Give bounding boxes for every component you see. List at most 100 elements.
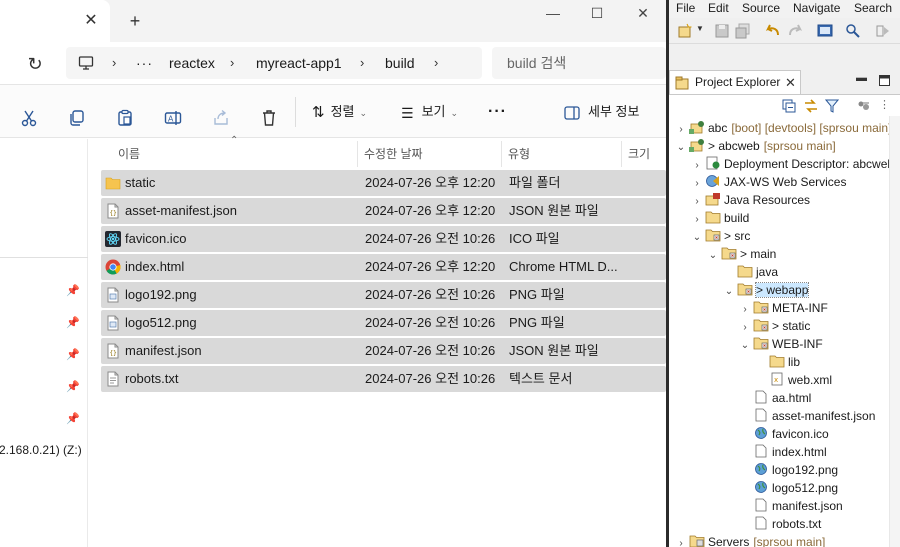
computer-icon bbox=[78, 56, 94, 70]
tree-item[interactable]: index.html bbox=[739, 443, 827, 461]
filter-icon[interactable] bbox=[825, 99, 839, 113]
menu-source[interactable]: Source bbox=[742, 1, 780, 15]
view-button[interactable]: ☰ 보기 ⌄ bbox=[401, 98, 458, 126]
tree-scrollbar[interactable] bbox=[889, 116, 900, 547]
console-icon[interactable] bbox=[817, 23, 833, 39]
chevron-down-icon[interactable]: ⌄ bbox=[691, 229, 703, 247]
column-header-name[interactable]: 이름 bbox=[112, 141, 358, 167]
breadcrumb-reactex[interactable]: reactex bbox=[169, 47, 215, 79]
link-with-editor-icon[interactable] bbox=[803, 99, 819, 113]
tree-item[interactable]: › JAX-WS Web Services bbox=[691, 173, 846, 191]
breadcrumb-overflow[interactable]: ··· bbox=[136, 47, 153, 79]
details-pane-button[interactable]: 세부 정보 bbox=[564, 98, 639, 126]
column-header-size[interactable]: 크기 bbox=[622, 141, 666, 167]
tree-item[interactable]: robots.txt bbox=[739, 515, 821, 533]
copy-icon[interactable] bbox=[68, 104, 86, 132]
breadcrumb-build[interactable]: build bbox=[385, 47, 415, 79]
file-row[interactable]: favicon.ico 2024-07-26 오전 10:26 ICO 파일 bbox=[101, 226, 666, 252]
pin-icon[interactable]: 📌 bbox=[66, 316, 80, 330]
chevron-right-icon[interactable]: › bbox=[675, 535, 687, 547]
search-input[interactable]: build 검색 bbox=[492, 47, 666, 79]
file-row[interactable]: index.html 2024-07-26 오후 12:20 Chrome HTML… bbox=[101, 254, 666, 280]
dropdown-arrow-icon[interactable]: ▼ bbox=[696, 24, 704, 33]
forward-icon[interactable] bbox=[787, 23, 803, 39]
tree-item[interactable]: ⌄ > main bbox=[707, 245, 777, 265]
view-menu-icon[interactable] bbox=[857, 99, 871, 113]
breadcrumb-myreact-app1[interactable]: myreact-app1 bbox=[256, 47, 342, 79]
tree-item[interactable]: › Java Resources bbox=[691, 191, 810, 209]
back-icon[interactable] bbox=[765, 23, 781, 39]
explorer-tab[interactable]: ✕ bbox=[0, 0, 110, 42]
share-icon[interactable] bbox=[212, 104, 230, 132]
pin-icon[interactable]: 📌 bbox=[66, 380, 80, 394]
minimize-view-button[interactable]: ▬ bbox=[856, 72, 867, 84]
tree-item[interactable]: logo512.png bbox=[739, 479, 838, 497]
menu-navigate[interactable]: Navigate bbox=[793, 1, 840, 15]
tree-item[interactable]: manifest.json bbox=[739, 497, 843, 515]
collapse-all-icon[interactable] bbox=[782, 99, 796, 113]
new-tab-button[interactable]: + bbox=[124, 10, 146, 32]
tree-item[interactable]: › abc [boot] [devtools] [sprsou main] bbox=[675, 119, 889, 137]
file-row[interactable]: {} asset-manifest.json 2024-07-26 오후 12:20… bbox=[101, 198, 666, 224]
run-icon[interactable] bbox=[875, 23, 891, 39]
close-window-button[interactable]: ✕ bbox=[620, 0, 666, 26]
column-header-date[interactable]: 수정한 날짜 bbox=[358, 141, 502, 167]
tree-item[interactable]: › build bbox=[691, 209, 749, 227]
tree-item[interactable]: ⌄ WEB-INF bbox=[739, 335, 823, 353]
save-icon[interactable] bbox=[714, 23, 730, 39]
file-row[interactable]: {} manifest.json 2024-07-26 오전 10:26 JSON 원… bbox=[101, 338, 666, 364]
view-menu-button[interactable]: ⋮ bbox=[879, 98, 890, 111]
tree-item[interactable]: › Deployment Descriptor: abcweb bbox=[691, 155, 889, 173]
nav-item-network-drive[interactable]: 2.168.0.21) (Z:) bbox=[0, 443, 82, 457]
chevron-down-icon[interactable]: ⌄ bbox=[675, 139, 687, 157]
pin-icon[interactable]: 📌 bbox=[66, 348, 80, 362]
chevron-down-icon[interactable]: ⌄ bbox=[707, 247, 719, 265]
save-all-icon[interactable] bbox=[735, 23, 751, 39]
svg-text:{}: {} bbox=[110, 350, 117, 357]
column-header-type[interactable]: 유형 bbox=[502, 141, 622, 167]
new-icon[interactable] bbox=[677, 23, 693, 39]
refresh-button[interactable]: ↻ bbox=[22, 51, 48, 77]
file-row[interactable]: logo192.png 2024-07-26 오전 10:26 PNG 파일 bbox=[101, 282, 666, 308]
pin-icon[interactable]: 📌 bbox=[66, 284, 80, 298]
pin-icon[interactable]: 📌 bbox=[66, 412, 80, 426]
cut-icon[interactable] bbox=[20, 104, 38, 132]
chevron-down-icon[interactable]: ⌄ bbox=[723, 283, 735, 301]
close-tab-button[interactable]: ✕ bbox=[80, 10, 102, 32]
menu-file[interactable]: File bbox=[676, 1, 695, 15]
text-file-icon bbox=[107, 371, 119, 387]
sort-button[interactable]: ⇅ 정렬 ⌄ bbox=[312, 98, 367, 126]
tree-item[interactable]: ⌄ > abcweb [sprsou main] bbox=[675, 137, 836, 155]
search-icon[interactable] bbox=[845, 23, 861, 39]
file-row[interactable]: logo512.png 2024-07-26 오전 10:26 PNG 파일 bbox=[101, 310, 666, 336]
close-view-button[interactable]: ✕ bbox=[785, 71, 796, 94]
tree-item[interactable]: › > static bbox=[739, 317, 810, 335]
tree-item-label: lib bbox=[788, 355, 801, 369]
file-type: 텍스트 문서 bbox=[509, 371, 573, 386]
project-explorer-tab[interactable]: Project Explorer ✕ bbox=[669, 70, 801, 94]
menu-search[interactable]: Search bbox=[854, 1, 892, 15]
tree-item[interactable]: java bbox=[723, 263, 778, 281]
chevron-down-icon[interactable]: ⌄ bbox=[739, 337, 751, 355]
file-row[interactable]: robots.txt 2024-07-26 오전 10:26 텍스트 문서 bbox=[101, 366, 666, 392]
maximize-view-button[interactable] bbox=[879, 75, 890, 86]
tree-item[interactable]: › META-INF bbox=[739, 299, 827, 317]
address-bar[interactable]: › ··· reactex › myreact-app1 › build › bbox=[66, 47, 482, 79]
minimize-button[interactable]: — bbox=[530, 0, 576, 26]
maximize-button[interactable]: ☐ bbox=[574, 0, 620, 26]
tree-item[interactable]: ⌄ > src bbox=[691, 227, 751, 247]
tree-item[interactable]: logo192.png bbox=[739, 461, 838, 479]
menu-edit[interactable]: Edit bbox=[708, 1, 729, 15]
tree-item[interactable]: aa.html bbox=[739, 389, 811, 407]
file-row[interactable]: static 2024-07-26 오후 12:20 파일 폴더 bbox=[101, 170, 666, 196]
tree-item[interactable]: asset-manifest.json bbox=[739, 407, 875, 425]
more-options-button[interactable]: ··· bbox=[488, 98, 507, 126]
tree-item[interactable]: ⌄ > webapp bbox=[723, 281, 810, 301]
paste-icon[interactable] bbox=[116, 104, 134, 132]
tree-item[interactable]: x web.xml bbox=[755, 371, 832, 389]
delete-icon[interactable] bbox=[260, 104, 278, 132]
tree-item[interactable]: favicon.ico bbox=[739, 425, 829, 443]
tree-item[interactable]: lib bbox=[755, 353, 800, 371]
tree-item[interactable]: › Servers [sprsou main] bbox=[675, 533, 825, 547]
rename-icon[interactable]: A bbox=[164, 104, 182, 132]
